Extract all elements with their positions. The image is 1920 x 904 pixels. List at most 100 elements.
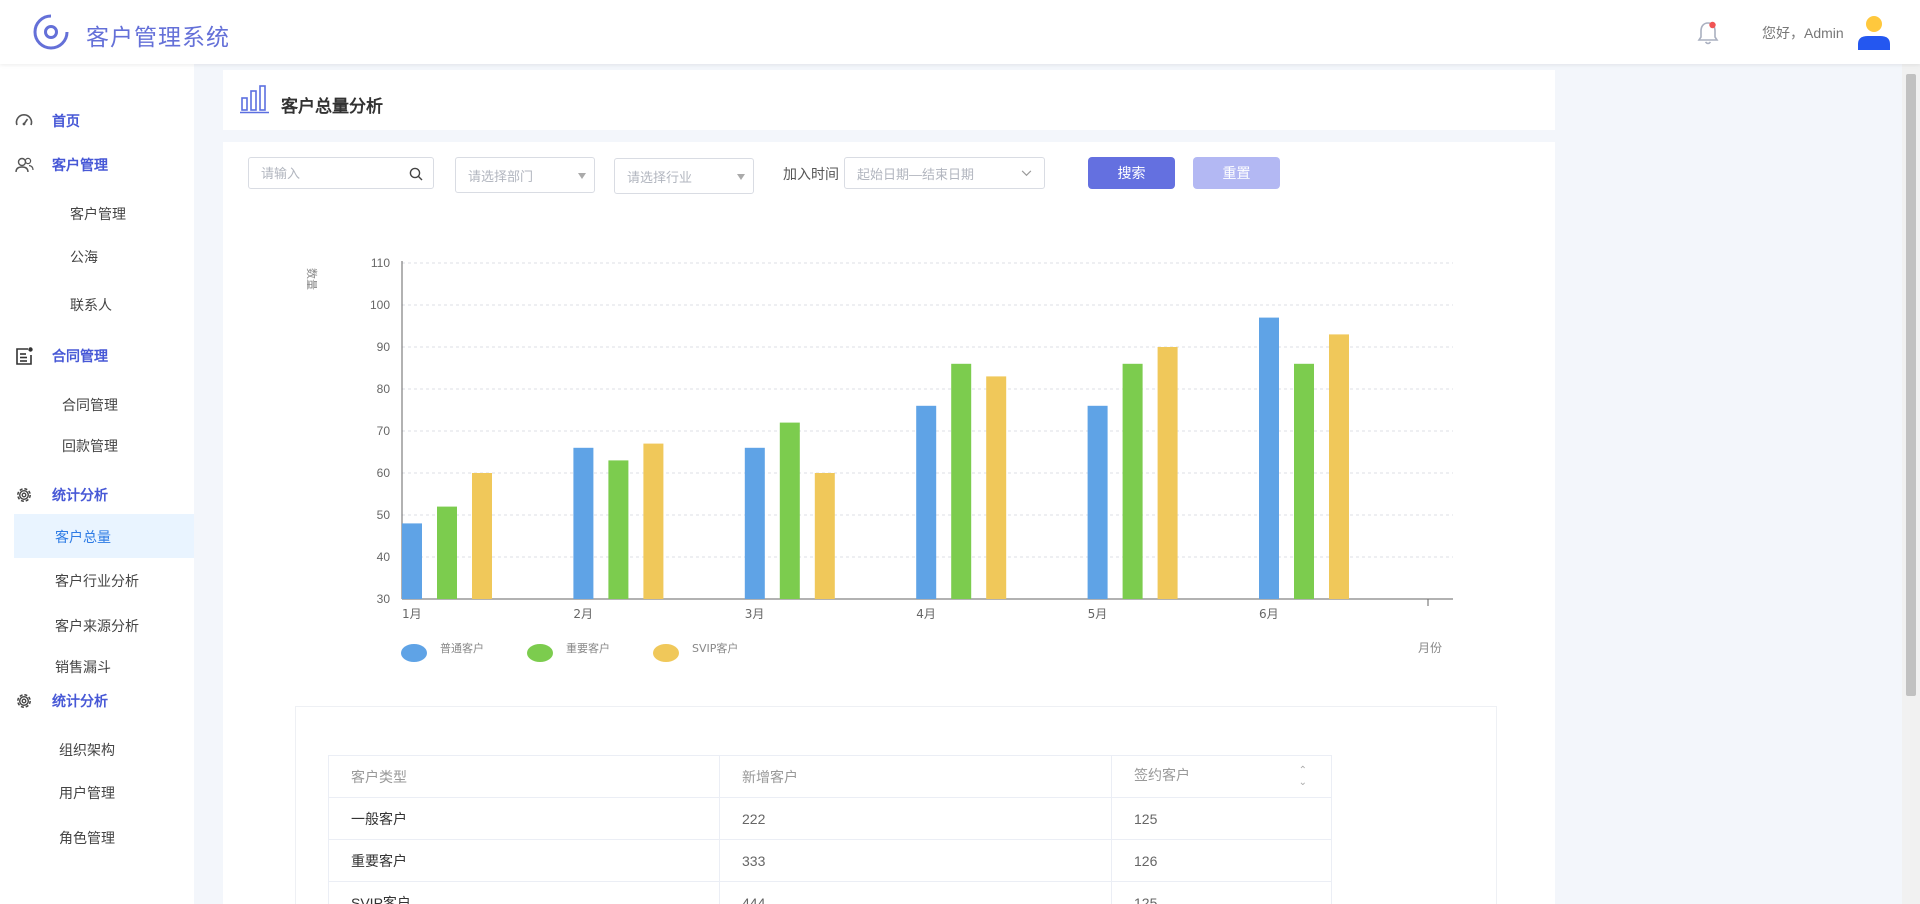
y-tick-label: 90 <box>377 340 391 354</box>
legend-label: 普通客户 <box>440 641 484 655</box>
nav-group-label: 统计分析 <box>52 693 108 709</box>
industry-select[interactable]: 请选择行业 <box>614 158 754 194</box>
bar <box>814 473 835 599</box>
avatar-icon[interactable] <box>1856 14 1892 50</box>
x-tick-label: 3月 <box>745 607 765 621</box>
nav-group-label: 首页 <box>52 113 80 129</box>
bar <box>643 443 664 599</box>
x-tick-label: 4月 <box>916 607 936 621</box>
table-cell: 126 <box>1111 839 1332 882</box>
table-cell: 重要客户 <box>328 839 720 882</box>
chevron-down-icon <box>1021 170 1032 177</box>
bar <box>744 447 765 599</box>
y-axis-label: 数量 <box>305 268 318 290</box>
users-icon <box>15 157 34 173</box>
sidebar-item-role-management[interactable]: 角色管理 <box>59 828 115 848</box>
y-tick-label: 40 <box>377 550 391 564</box>
nav-group-statistics-2[interactable]: 统计分析 <box>14 689 108 713</box>
column-header-label: 签约客户 <box>1134 766 1190 783</box>
bar <box>1294 363 1314 599</box>
sidebar-item-user-management[interactable]: 用户管理 <box>59 783 115 803</box>
legend-swatch <box>653 644 679 662</box>
y-tick-label: 80 <box>377 382 391 396</box>
x-tick-label: 6月 <box>1259 607 1279 621</box>
app-title: 客户管理系统 <box>86 24 230 50</box>
table-cell: 222 <box>719 797 1112 840</box>
nav-group-statistics[interactable]: 统计分析 <box>14 483 108 507</box>
y-tick-label: 30 <box>377 592 391 606</box>
x-tick-label: 2月 <box>573 607 593 621</box>
sort-icon[interactable]: ⌃ ⌄ <box>1299 765 1307 789</box>
department-select-placeholder: 请选择部门 <box>468 168 534 184</box>
page-title-card: 客户总量分析 <box>223 70 1555 130</box>
chevron-down-icon <box>737 174 745 180</box>
table-row: 一般客户 222 125 <box>328 797 1332 840</box>
x-axis-label: 月份 <box>1418 641 1442 655</box>
table-cell: 444 <box>719 881 1112 904</box>
sidebar-item-public-pool[interactable]: 公海 <box>70 247 98 267</box>
search-input[interactable] <box>261 165 391 181</box>
y-tick-label: 60 <box>377 466 391 480</box>
user-greeting: 您好，Admin <box>1762 25 1844 41</box>
sidebar-item-contacts[interactable]: 联系人 <box>70 295 112 315</box>
legend-label: 重要客户 <box>566 641 610 655</box>
bar-chart-icon <box>240 85 269 114</box>
y-tick-label: 110 <box>371 256 390 270</box>
bar <box>608 460 629 599</box>
column-header-sortable[interactable]: 签约客户 ⌃ ⌄ <box>1111 755 1332 798</box>
bar <box>1157 347 1178 599</box>
gear-icon <box>17 694 31 708</box>
x-tick-label: 5月 <box>1088 607 1108 621</box>
sidebar-item-org-structure[interactable]: 组织架构 <box>59 740 115 760</box>
join-time-label: 加入时间 <box>783 166 839 182</box>
nav-group-contracts[interactable]: 合同管理 <box>14 344 108 368</box>
sidebar-item-sales-funnel[interactable]: 销售漏斗 <box>55 657 111 677</box>
table-header-row: 客户类型 新增客户 签约客户 ⌃ ⌄ <box>328 755 1332 798</box>
bell-icon[interactable] <box>1696 20 1720 46</box>
sidebar-item-customer-management[interactable]: 客户管理 <box>70 204 126 224</box>
top-header: 客户管理系统 您好，Admin <box>0 0 1920 64</box>
dashboard-icon <box>15 114 33 126</box>
search-icon[interactable] <box>409 167 423 181</box>
legend-label: SVIP客户 <box>692 641 738 655</box>
table-cell: 125 <box>1111 881 1332 904</box>
contract-icon <box>16 347 33 365</box>
page-scrollbar[interactable] <box>1902 64 1920 904</box>
department-select[interactable]: 请选择部门 <box>455 157 595 193</box>
date-range-picker[interactable]: 起始日期—结束日期 <box>844 157 1045 189</box>
nav-group-label: 统计分析 <box>52 487 108 503</box>
column-header: 新增客户 <box>719 755 1112 798</box>
bar <box>986 376 1007 599</box>
nav-group-customers[interactable]: 客户管理 <box>14 153 108 177</box>
bar <box>437 506 457 599</box>
sidebar-item-industry-analysis[interactable]: 客户行业分析 <box>55 571 139 591</box>
search-box[interactable] <box>248 157 434 189</box>
reset-button[interactable]: 重置 <box>1193 157 1280 189</box>
search-button[interactable]: 搜索 <box>1088 157 1175 189</box>
bar <box>1087 405 1108 599</box>
x-tick-label: 1月 <box>402 607 422 621</box>
bar <box>1329 334 1349 599</box>
table-row: SVIP客户 444 125 <box>328 881 1332 904</box>
bar <box>1122 363 1143 599</box>
sidebar-item-payment-management[interactable]: 回款管理 <box>62 436 118 456</box>
nav-group-label: 客户管理 <box>52 157 108 173</box>
customer-bar-chart: 30 40 50 60 70 80 90 100 110 数量月份 1月 2月 3月 4月 5月 6月普通客户… <box>305 256 1453 662</box>
y-tick-label: 70 <box>377 424 391 438</box>
y-tick-label: 100 <box>370 298 390 312</box>
sidebar-item-source-analysis[interactable]: 客户来源分析 <box>55 616 139 636</box>
summary-table-card: 客户类型 新增客户 签约客户 ⌃ ⌄ 一般客户 222 125 重要客户 333 … <box>295 706 1497 904</box>
nav-group-label: 合同管理 <box>52 348 108 364</box>
column-header: 客户类型 <box>328 755 720 798</box>
nav-group-home[interactable]: 首页 <box>14 109 80 133</box>
bar <box>1259 317 1279 599</box>
legend-swatch <box>527 644 553 662</box>
sidebar-item-customer-total[interactable]: 客户总量 <box>55 527 111 547</box>
summary-table: 客户类型 新增客户 签约客户 ⌃ ⌄ 一般客户 222 125 重要客户 333 … <box>328 755 1332 904</box>
bar <box>472 473 492 599</box>
table-row: 重要客户 333 126 <box>328 839 1332 882</box>
scrollbar-thumb[interactable] <box>1906 74 1916 696</box>
table-cell: 一般客户 <box>328 797 720 840</box>
sidebar-item-contract-management[interactable]: 合同管理 <box>62 395 118 415</box>
industry-select-placeholder: 请选择行业 <box>627 169 693 185</box>
